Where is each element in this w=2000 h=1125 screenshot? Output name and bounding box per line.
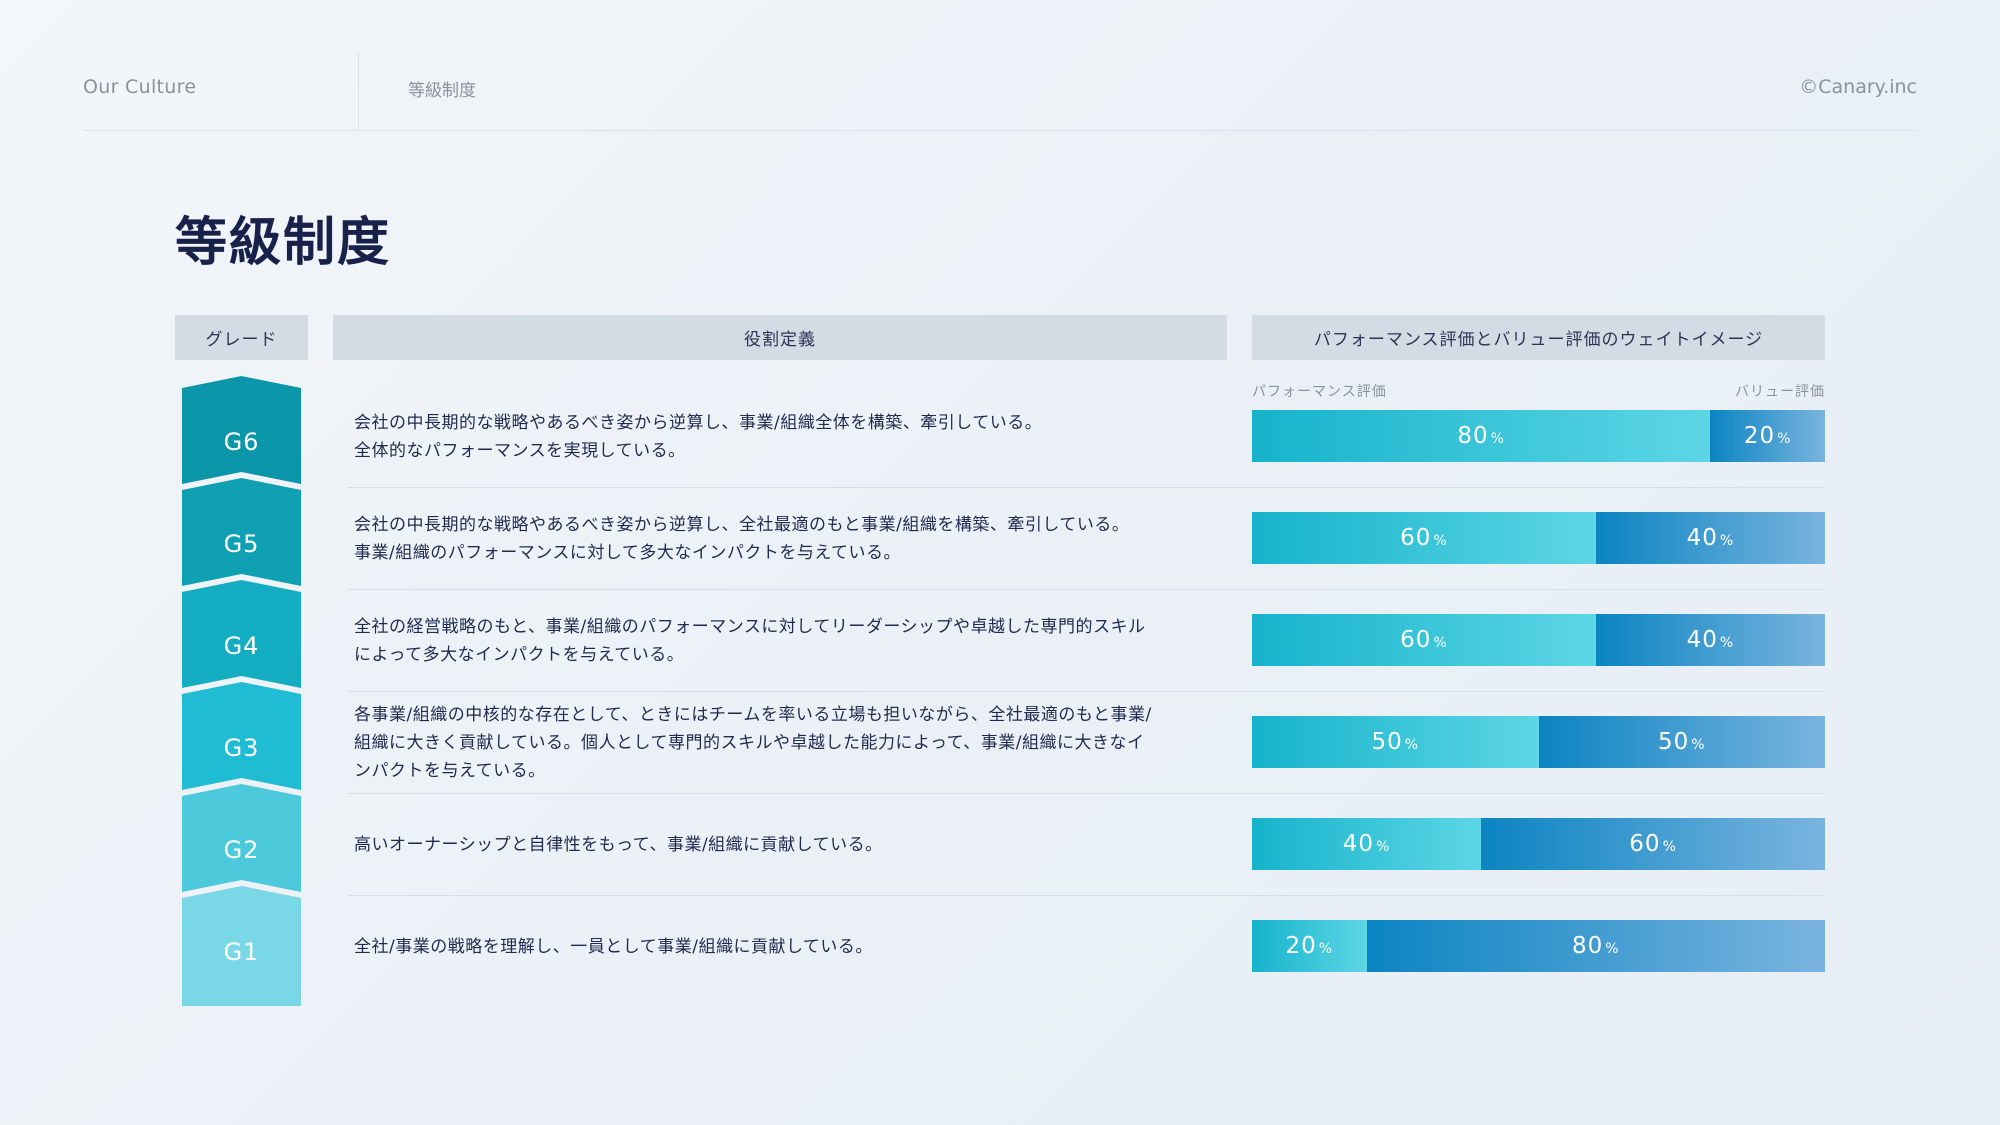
subsection-label: 等級制度 — [408, 81, 476, 101]
performance-weight-value: 50 — [1371, 729, 1403, 755]
value-weight-segment: 80% — [1366, 920, 1825, 972]
grade-label: G6 — [223, 428, 260, 456]
page-title: 等級制度 — [175, 213, 392, 273]
percent-unit: % — [1318, 941, 1334, 957]
performance-weight-value: 80 — [1457, 423, 1489, 449]
value-weight-segment: 60% — [1481, 818, 1825, 870]
percent-unit: % — [1691, 737, 1706, 753]
section-label: Our Culture — [83, 76, 197, 98]
weight-bar: 20% 80% — [1252, 920, 1825, 972]
role-definition: 会社の中長期的な戦略やあるべき姿から逆算し、全社最適のもと事業/組織を構築、牽引… — [354, 515, 1130, 563]
grade-label: G2 — [223, 836, 260, 864]
role-definition: 各事業/組織の中核的な存在として、ときにはチームを率いる立場も担いながら、全社最… — [354, 705, 1152, 781]
weight-bar: 40% 60% — [1252, 818, 1825, 870]
percent-unit: % — [1605, 941, 1620, 957]
value-weight-segment: 20% — [1710, 410, 1825, 462]
role-definition: 全社/事業の戦略を理解し、一員として事業/組織に貢献している。 — [354, 937, 873, 957]
value-weight-value: 60 — [1629, 831, 1661, 857]
performance-weight-value: 60 — [1400, 627, 1432, 653]
grade-label: G4 — [223, 632, 260, 660]
weight-bar: 80% 20% — [1252, 410, 1825, 462]
weight-bar: 60% 40% — [1252, 512, 1825, 564]
value-weight-value: 50 — [1657, 729, 1690, 755]
value-weight-value: 80 — [1571, 933, 1604, 959]
weight-bar: 60% 40% — [1252, 614, 1825, 666]
value-weight-value: 20 — [1743, 423, 1776, 449]
role-definition: 全社の経営戦略のもと、事業/組織のパフォーマンスに対してリーダーシップや卓越した… — [354, 617, 1146, 665]
percent-unit: % — [1719, 635, 1735, 651]
grade-row-g3: 各事業/組織の中核的な存在として、ときにはチームを率いる立場も担いながら、全社最… — [348, 692, 1825, 794]
weight-column-header: パフォーマンス評価とバリュー評価のウェイトイメージ — [1252, 315, 1825, 360]
percent-unit: % — [1777, 431, 1792, 447]
grade-column-header: グレード — [175, 315, 308, 360]
grade-row-g6: 会社の中長期的な戦略やあるべき姿から逆算し、事業/組織全体を構築、牽引している。… — [348, 386, 1825, 488]
role-column-header: 役割定義 — [333, 315, 1227, 360]
percent-unit: % — [1404, 737, 1420, 753]
value-weight-value: 40 — [1686, 525, 1718, 551]
percent-unit: % — [1433, 635, 1448, 651]
weight-bar: 50% 50% — [1252, 716, 1825, 768]
performance-weight-segment: 40% — [1252, 818, 1482, 870]
grade-row-g2: 高いオーナーシップと自律性をもって、事業/組織に貢献している。 40% 60% — [348, 794, 1825, 896]
performance-weight-value: 20 — [1285, 933, 1317, 959]
grade-row-g1: 全社/事業の戦略を理解し、一員として事業/組織に貢献している。 20% 80% — [348, 896, 1825, 998]
performance-weight-value: 40 — [1342, 831, 1375, 857]
role-definition: 会社の中長期的な戦略やあるべき姿から逆算し、事業/組織全体を構築、牽引している。… — [354, 413, 1043, 461]
role-definition: 高いオーナーシップと自律性をもって、事業/組織に貢献している。 — [354, 835, 883, 855]
performance-weight-segment: 60% — [1252, 614, 1596, 666]
value-weight-segment: 40% — [1595, 614, 1825, 666]
grade-row-g4: 全社の経営戦略のもと、事業/組織のパフォーマンスに対してリーダーシップや卓越した… — [348, 590, 1825, 692]
grade-row-g5: 会社の中長期的な戦略やあるべき姿から逆算し、全社最適のもと事業/組織を構築、牽引… — [348, 488, 1825, 590]
grade-chevron-g1: G1 — [182, 886, 301, 1006]
value-weight-value: 40 — [1686, 627, 1718, 653]
performance-weight-segment: 80% — [1252, 410, 1711, 462]
percent-unit: % — [1376, 839, 1391, 855]
performance-weight-segment: 60% — [1252, 512, 1596, 564]
percent-unit: % — [1433, 533, 1448, 549]
header-divider — [358, 52, 359, 130]
copyright-text: ©Canary.inc — [1799, 76, 1917, 98]
value-weight-segment: 40% — [1595, 512, 1825, 564]
header-bar: Our Culture 等級制度 ©Canary.inc — [83, 52, 1917, 131]
grade-ladder: G6 G5 G4 G3 G2 G1 — [182, 376, 301, 1006]
grade-label: G3 — [223, 734, 260, 762]
performance-weight-value: 60 — [1400, 525, 1432, 551]
value-weight-segment: 50% — [1538, 716, 1825, 768]
grade-label: G5 — [223, 530, 260, 558]
percent-unit: % — [1662, 839, 1677, 855]
performance-weight-segment: 20% — [1252, 920, 1367, 972]
percent-unit: % — [1490, 431, 1505, 447]
percent-unit: % — [1719, 533, 1735, 549]
performance-weight-segment: 50% — [1252, 716, 1539, 768]
grade-label: G1 — [223, 938, 260, 966]
